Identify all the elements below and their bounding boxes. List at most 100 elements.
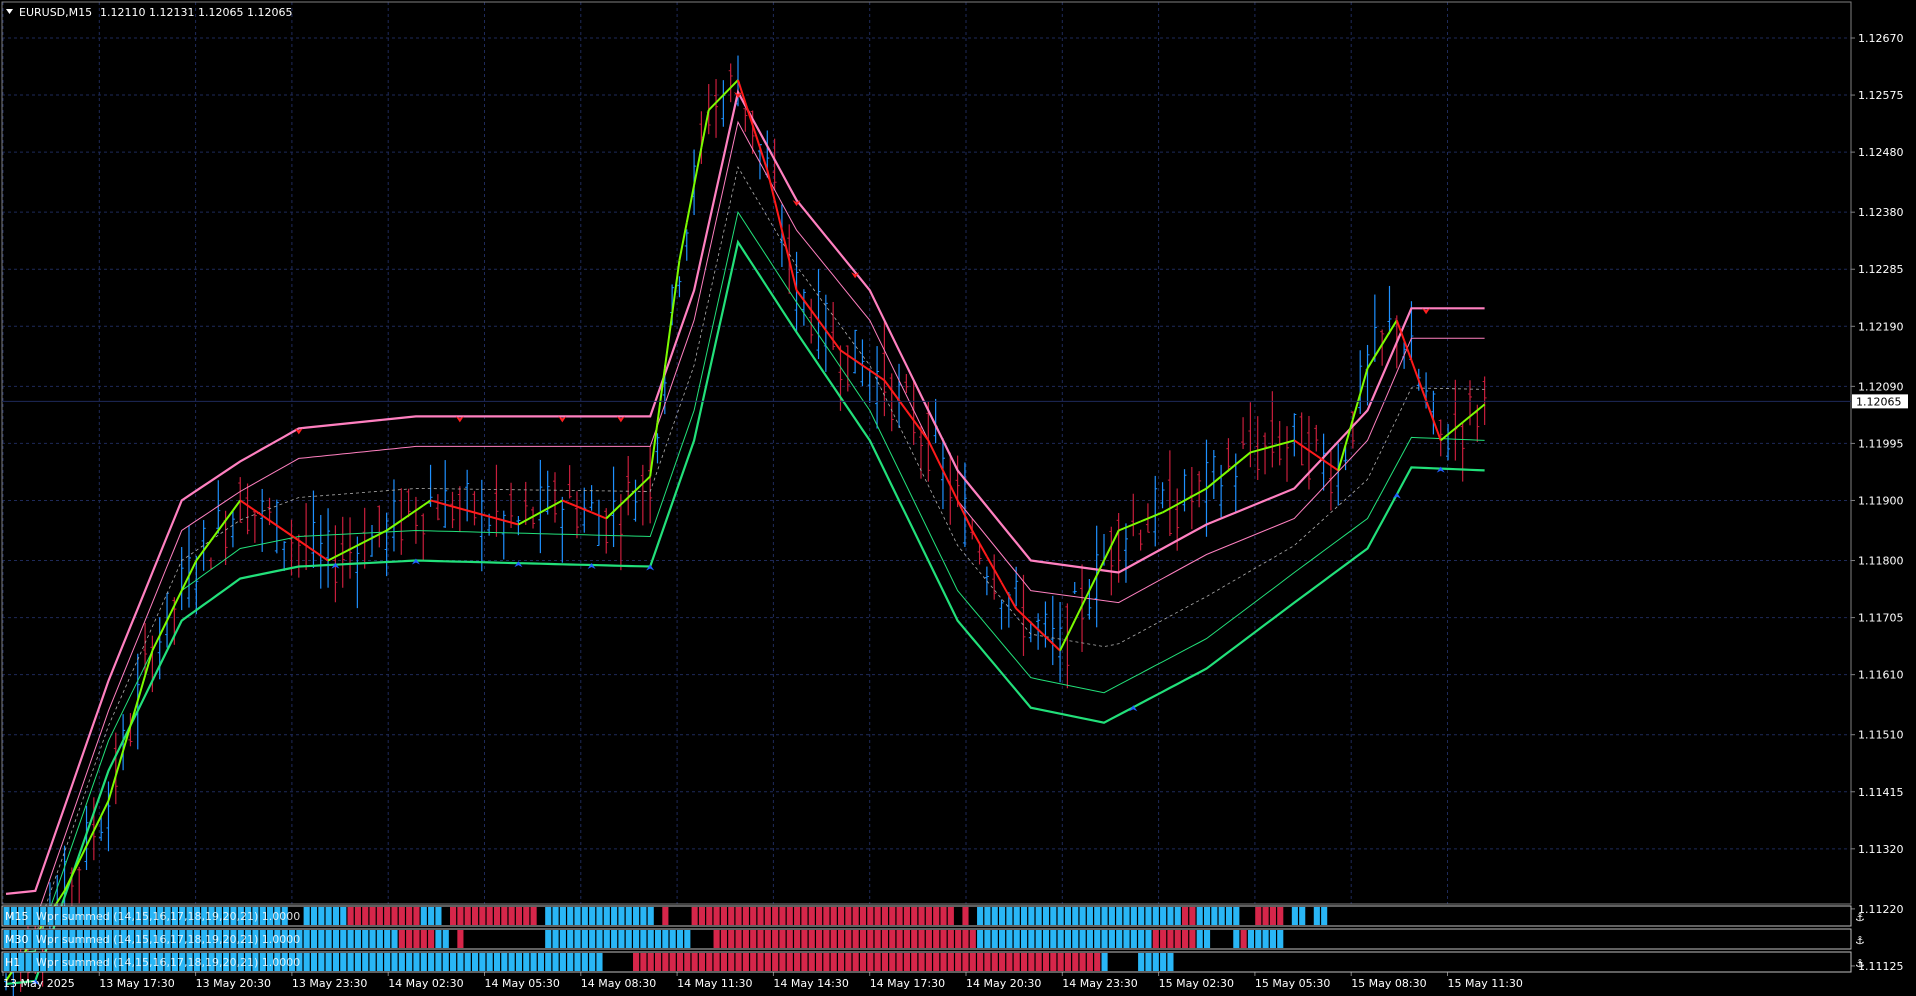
wpr-bar — [1277, 930, 1284, 948]
time-tick-label: 13 May 20:30 — [196, 977, 271, 990]
wpr-bar — [1123, 907, 1130, 925]
wpr-bar — [676, 907, 684, 925]
wpr-bar — [450, 953, 457, 971]
wpr-bar — [340, 907, 347, 925]
wpr-bar — [933, 907, 940, 925]
wpr-pane-m30: M30 Wpr summed (14,15,16,17,18,19,20,21) … — [1, 928, 1865, 950]
wpr-bar — [947, 953, 954, 971]
wpr-bar — [611, 930, 618, 948]
wpr-bar — [1086, 953, 1093, 971]
wpr-bar — [925, 953, 932, 971]
wpr-bar — [318, 907, 325, 925]
wpr-bar — [1196, 907, 1203, 925]
wpr-bar — [676, 930, 684, 948]
wpr-bar — [1035, 930, 1042, 948]
wpr-bar — [999, 953, 1006, 971]
wpr-bar — [1057, 953, 1064, 971]
wpr-bar — [464, 930, 471, 948]
wpr-bar — [1101, 907, 1108, 925]
wpr-bar — [589, 953, 596, 971]
time-tick-label: 14 May 20:30 — [966, 977, 1041, 990]
wpr-bar — [501, 907, 508, 925]
wpr-bar — [332, 907, 340, 925]
wpr-bar — [428, 930, 435, 948]
current-price-tag: 1.12065 — [1852, 394, 1908, 409]
wpr-bar — [1211, 930, 1218, 948]
wpr-bar — [479, 907, 486, 925]
wpr-bar — [903, 907, 910, 925]
wpr-bar — [398, 953, 405, 971]
pane-anchor-icon[interactable]: ⚓ — [1855, 934, 1865, 947]
price-tick-label: 1.12670 — [1858, 32, 1904, 45]
wpr-bar — [684, 953, 691, 971]
pane-anchor-icon[interactable]: ⚓ — [1855, 911, 1865, 924]
wpr-bar — [574, 953, 581, 971]
price-tick-label: 1.12380 — [1858, 206, 1904, 219]
wpr-bar — [837, 953, 845, 971]
wpr-bar — [867, 930, 874, 948]
wpr-bar — [977, 953, 984, 971]
wpr-bar — [1042, 930, 1050, 948]
time-tick-label: 15 May 11:30 — [1448, 977, 1523, 990]
wpr-bar — [310, 953, 318, 971]
wpr-bar — [611, 907, 618, 925]
wpr-bar — [435, 953, 442, 971]
wpr-bar — [940, 930, 947, 948]
wpr-bar — [1189, 930, 1196, 948]
wpr-bar — [625, 930, 632, 948]
wpr-bar — [881, 907, 889, 925]
pane-anchor-icon[interactable]: ⚓ — [1855, 957, 1865, 970]
wpr-bar — [779, 930, 786, 948]
wpr-bar — [713, 907, 720, 925]
wpr-bar — [662, 907, 669, 925]
wpr-bar — [911, 907, 918, 925]
wpr-bar — [486, 953, 493, 971]
wpr-bar — [786, 930, 793, 948]
wpr-bar — [845, 930, 852, 948]
wpr-bar — [442, 953, 449, 971]
wpr-bar — [1101, 930, 1108, 948]
wpr-bar — [1057, 907, 1064, 925]
wpr-bar — [1013, 907, 1020, 925]
wpr-bar — [1203, 907, 1211, 925]
wpr-bar — [589, 907, 596, 925]
wpr-bar — [1174, 907, 1181, 925]
wpr-bar — [442, 930, 449, 948]
wpr-bar — [1218, 930, 1225, 948]
wpr-bar — [1028, 930, 1035, 948]
wpr-bar — [1138, 930, 1145, 948]
wpr-bar — [530, 953, 537, 971]
wpr-bar — [1094, 930, 1101, 948]
wpr-bar — [1094, 907, 1101, 925]
wpr-bar — [779, 907, 786, 925]
wpr-bar — [757, 930, 764, 948]
wpr-bar — [362, 930, 369, 948]
wpr-bar — [1035, 907, 1042, 925]
chart-canvas[interactable]: 1.12670 1.12575 1.12480 1.12380 1.12285 1.121… — [0, 0, 1916, 996]
wpr-bar — [874, 953, 881, 971]
wpr-bar — [889, 953, 896, 971]
wpr-bar — [991, 953, 998, 971]
wpr-bar — [1167, 953, 1174, 971]
wpr-bar — [508, 930, 515, 948]
wpr-bar — [794, 907, 801, 925]
price-tick-label: 1.12575 — [1858, 89, 1904, 102]
wpr-bar — [1225, 907, 1233, 925]
wpr-bar — [676, 953, 684, 971]
wpr-bar — [567, 907, 574, 925]
wpr-bar — [1020, 953, 1028, 971]
wpr-bar — [376, 930, 383, 948]
wpr-bar — [1152, 930, 1159, 948]
wpr-bar — [720, 953, 727, 971]
wpr-bar — [1269, 930, 1276, 948]
wpr-bar — [435, 930, 442, 948]
wpr-bar — [640, 930, 647, 948]
wpr-bar — [801, 907, 808, 925]
wpr-bar — [1064, 953, 1072, 971]
wpr-bar — [984, 953, 991, 971]
wpr-bar — [816, 953, 823, 971]
time-tick-label: 14 May 23:30 — [1062, 977, 1137, 990]
wpr-bar — [340, 930, 347, 948]
wpr-bar — [1042, 953, 1050, 971]
wpr-bar — [874, 907, 881, 925]
